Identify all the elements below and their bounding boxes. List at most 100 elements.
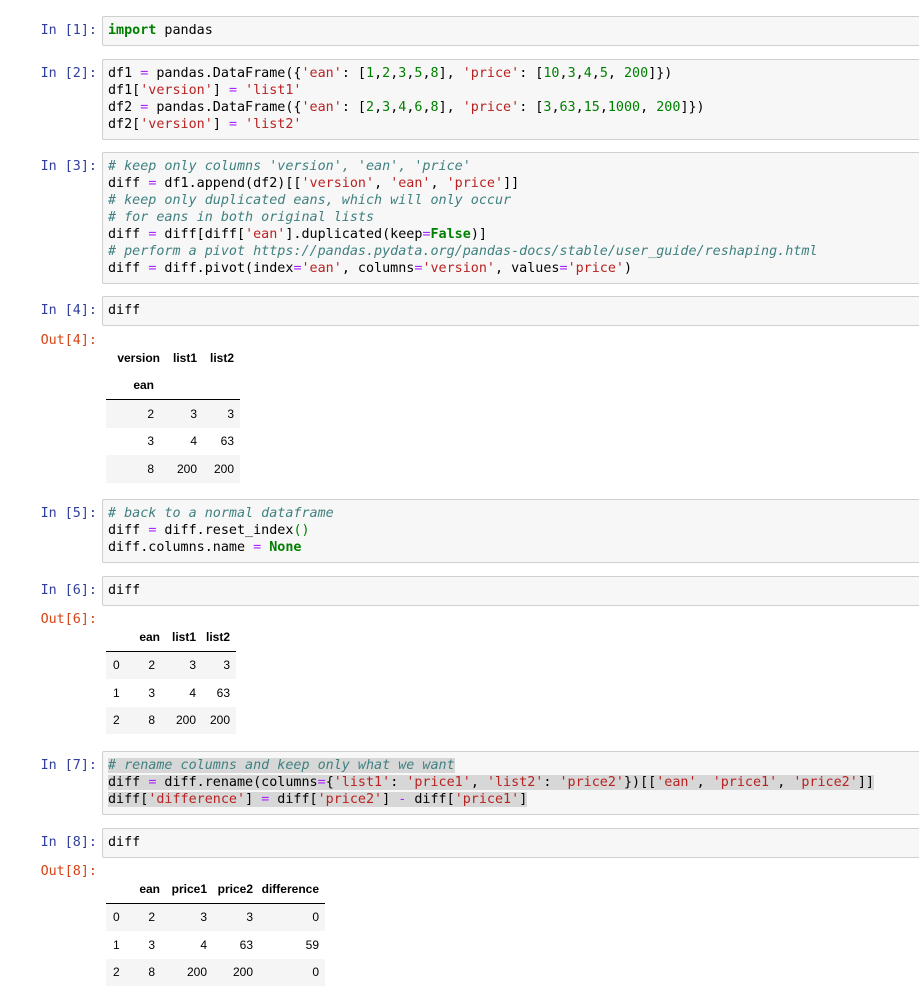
code-input[interactable]: diff	[108, 582, 919, 599]
code-token: None	[269, 540, 302, 555]
code-token: 'price'	[462, 100, 520, 115]
code-token: diff.columns.name	[108, 540, 254, 555]
code-token: ],	[438, 66, 463, 81]
code-token: 'ean'	[390, 176, 431, 191]
code-token: , columns	[341, 261, 415, 276]
code-token: ,	[374, 66, 383, 81]
index-cell: 2	[106, 399, 160, 428]
code-token: =	[317, 775, 326, 790]
code-token: 63	[559, 100, 576, 115]
code-input[interactable]: # back to a normal dataframe diff = diff…	[108, 505, 919, 556]
code-input[interactable]: import pandas	[108, 22, 919, 39]
code-token: False	[430, 227, 471, 242]
index-cell	[106, 623, 128, 651]
index-name-header: ean	[133, 378, 154, 393]
code-input[interactable]: # rename columns and keep only what we w…	[108, 757, 919, 808]
code-token: diff[	[108, 792, 149, 807]
table-row: 1 3 4 63	[106, 679, 236, 707]
code-token: 'difference'	[148, 792, 246, 807]
dataframe-output: version list1 list2 ean 233 3 4 63 8 200 200	[106, 344, 240, 483]
code-token: 'ean'	[301, 66, 342, 81]
code-token: # rename columns and keep only what we w…	[108, 758, 455, 773]
index-cell: 1	[113, 685, 120, 700]
code-token: # back to a normal dataframe	[108, 506, 334, 521]
code-token: 'price1'	[454, 792, 520, 807]
table-cell: 59	[305, 937, 319, 952]
index-cell	[106, 875, 128, 903]
code-token: ,	[599, 100, 608, 115]
table-cell: 3	[196, 650, 236, 679]
table-cell: 63	[216, 685, 230, 700]
code-token: 'price2'	[559, 775, 625, 790]
column-header: price2	[217, 881, 253, 896]
column-header: price1	[171, 881, 207, 896]
code-token: # rename columns and keep only what we w…	[108, 758, 455, 773]
table-cell: 3	[148, 685, 155, 700]
code-token: =	[422, 227, 431, 242]
code-token: ,	[591, 66, 600, 81]
code-text: pandas	[156, 23, 213, 38]
code-input[interactable]: # keep only columns 'version', 'ean', 'p…	[108, 158, 919, 277]
header-row: version list1 list2	[106, 344, 240, 372]
code-token: df1.append(df2)[[	[156, 176, 302, 191]
code-token: diff[	[269, 792, 318, 807]
code-token: 200	[656, 100, 681, 115]
code-cell[interactable]: diff	[102, 296, 919, 326]
code-token: ,	[607, 66, 624, 81]
code-token: 10	[543, 66, 560, 81]
code-cell[interactable]: # keep only columns 'version', 'ean', 'p…	[102, 152, 919, 284]
code-input[interactable]: diff	[108, 302, 919, 319]
code-token: ]	[245, 792, 262, 807]
table-row: 1 3 4 63 59	[106, 931, 325, 959]
code-token: ,	[640, 100, 657, 115]
code-token: # perform a pivot https://pandas.pydata.…	[108, 244, 818, 259]
code-token: df2[	[108, 117, 141, 132]
code-token: ,	[430, 176, 447, 191]
in-prompt: In [1]:	[40, 23, 97, 38]
code-token: ,	[559, 66, 568, 81]
table-row: 02330	[106, 902, 325, 931]
code-token: 'ean'	[245, 227, 286, 242]
dataframe-output: ean price1 price2 difference 02330 1 3 4 63…	[106, 875, 325, 986]
code-token: ()	[293, 523, 310, 538]
code-token: diff.rename(columns	[156, 775, 318, 790]
table-cell: 200	[175, 713, 196, 728]
code-token: ]})	[648, 66, 673, 81]
in-prompt: In [7]:	[40, 758, 97, 773]
table-cell: 8	[148, 965, 155, 980]
code-token: ]]	[857, 775, 874, 790]
code-token: , values	[495, 261, 560, 276]
code-token: ,	[422, 100, 431, 115]
code-token: ].duplicated(keep	[285, 227, 423, 242]
table-cell: 2	[128, 650, 160, 679]
table-cell: 3	[207, 902, 253, 931]
in-prompt: In [5]:	[40, 506, 97, 521]
header-row: ean price1 price2 difference	[106, 875, 325, 903]
code-input[interactable]: diff	[108, 834, 919, 851]
table-cell: 200	[232, 965, 253, 980]
code-token: pandas.DataFrame({	[148, 100, 302, 115]
table-cell: 3	[197, 399, 240, 428]
out-prompt: Out[4]:	[40, 333, 97, 348]
code-cell[interactable]: # rename columns and keep only what we w…	[102, 751, 919, 815]
code-cell[interactable]: diff	[102, 828, 919, 858]
code-token: diff	[108, 523, 149, 538]
code-token: ,	[470, 775, 487, 790]
code-token: ,	[575, 100, 584, 115]
code-token: # for eans in both original lists	[108, 210, 375, 225]
out-prompt: Out[8]:	[40, 864, 97, 879]
code-token: diff['difference'] = diff['price2'] - di…	[108, 792, 528, 807]
code-cell[interactable]: df1 = pandas.DataFrame({'ean': [1,2,3,5,…	[102, 59, 919, 140]
code-cell[interactable]: import pandas	[102, 16, 919, 46]
code-token: 'list1'	[333, 775, 391, 790]
code-cell[interactable]: # back to a normal dataframe diff = diff…	[102, 499, 919, 563]
index-cell: 1	[113, 937, 120, 952]
code-token: ],	[438, 100, 463, 115]
code-token: 'list1'	[245, 83, 302, 98]
table-cell: 3	[160, 902, 207, 931]
code-cell[interactable]: diff	[102, 576, 919, 606]
code-input[interactable]: df1 = pandas.DataFrame({'ean': [1,2,3,5,…	[108, 65, 919, 133]
table-cell: 2	[128, 902, 160, 931]
table-cell: 3	[160, 650, 196, 679]
